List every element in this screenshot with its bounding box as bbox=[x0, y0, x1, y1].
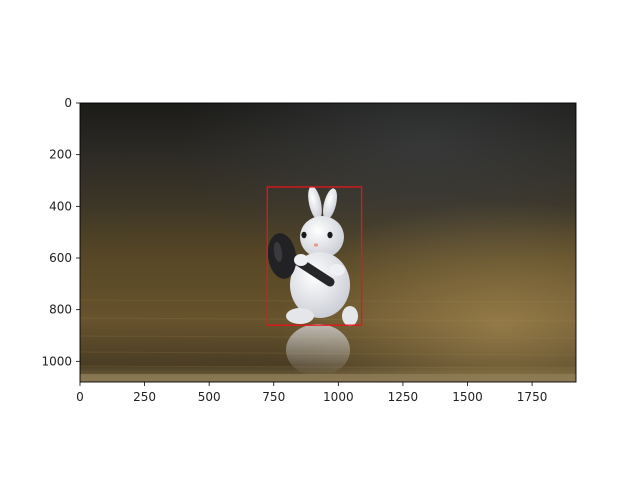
x-tick-label: 1000 bbox=[323, 390, 354, 404]
x-tick-label: 250 bbox=[133, 390, 156, 404]
y-tick-label: 400 bbox=[49, 199, 72, 213]
figure: 0 250 500 750 1000 1250 1500 1750 0 200 400 600 800… bbox=[41, 96, 577, 404]
x-tick-label: 0 bbox=[76, 390, 84, 404]
x-tick-label: 1750 bbox=[517, 390, 548, 404]
x-axis: 0 250 500 750 1000 1250 1500 1750 bbox=[76, 382, 547, 404]
x-tick-label: 500 bbox=[198, 390, 221, 404]
y-tick-label: 0 bbox=[64, 96, 72, 110]
y-tick-label: 200 bbox=[49, 148, 72, 162]
y-tick-label: 800 bbox=[49, 303, 72, 317]
y-tick-label: 600 bbox=[49, 251, 72, 265]
photo bbox=[80, 103, 576, 382]
x-tick-label: 750 bbox=[262, 390, 285, 404]
y-axis: 0 200 400 600 800 1000 bbox=[41, 96, 80, 368]
y-tick-label: 1000 bbox=[41, 354, 72, 368]
x-tick-label: 1250 bbox=[388, 390, 419, 404]
x-tick-label: 1500 bbox=[452, 390, 483, 404]
